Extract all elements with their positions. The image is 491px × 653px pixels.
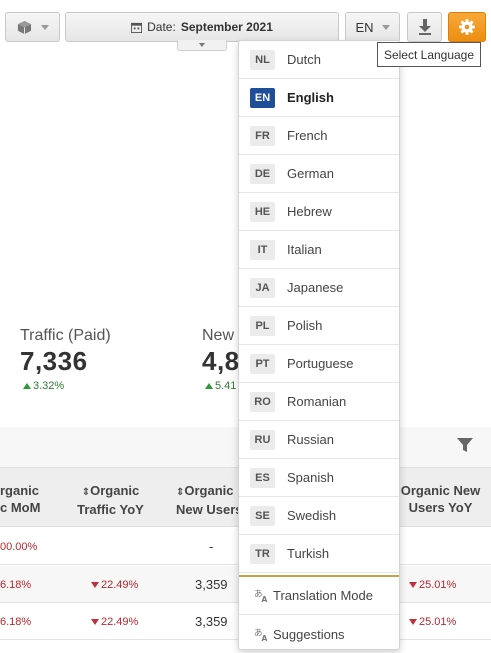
language-option-russian[interactable]: RU Russian bbox=[239, 421, 399, 459]
up-arrow-icon bbox=[205, 383, 213, 389]
metric-label-paid-traffic: Traffic (Paid) bbox=[20, 327, 111, 344]
language-code-badge: DE bbox=[250, 163, 275, 184]
cube-icon bbox=[17, 20, 31, 34]
chevron-down-icon bbox=[40, 24, 49, 30]
metric-change-new: 5.41 bbox=[205, 380, 236, 392]
language-option-spanish[interactable]: ES Spanish bbox=[239, 459, 399, 497]
translation-mode-item[interactable]: あ A Translation Mode bbox=[239, 577, 399, 615]
language-code: EN bbox=[355, 19, 374, 35]
table-cell: 6.18% bbox=[0, 615, 32, 628]
calendar-icon bbox=[131, 22, 143, 33]
metric-change-value: 5.41 bbox=[215, 380, 237, 392]
language-name: French bbox=[287, 128, 328, 143]
suggestions-item[interactable]: あ A Suggestions bbox=[239, 615, 399, 653]
table-cell: 22.49% bbox=[91, 603, 138, 640]
filter-icon[interactable] bbox=[456, 436, 474, 454]
language-code-badge: ES bbox=[250, 467, 275, 488]
language-option-romanian[interactable]: RO Romanian bbox=[239, 383, 399, 421]
language-option-french[interactable]: FR French bbox=[239, 117, 399, 155]
language-name: Dutch bbox=[287, 52, 321, 67]
table-cell: 3,359 bbox=[195, 577, 228, 592]
table-cell: 25.01% bbox=[409, 603, 456, 640]
language-code-badge: EN bbox=[250, 87, 275, 108]
language-name: Polish bbox=[287, 318, 323, 333]
language-option-turkish[interactable]: TR Turkish bbox=[239, 535, 399, 573]
collapse-handle[interactable] bbox=[177, 40, 227, 51]
up-arrow-icon bbox=[23, 383, 31, 389]
column-header-organic-mom[interactable]: rganic c MoM bbox=[0, 482, 45, 516]
language-code-badge: HE bbox=[250, 201, 275, 222]
language-option-italian[interactable]: IT Italian bbox=[239, 231, 399, 269]
language-code-badge: PL bbox=[250, 315, 275, 336]
language-code-badge: JA bbox=[250, 277, 275, 298]
language-option-polish[interactable]: PL Polish bbox=[239, 307, 399, 345]
table-cell: 25.01% bbox=[409, 566, 456, 603]
suggestions-label: Suggestions bbox=[273, 626, 345, 642]
metric-change-paid-traffic: 3.32% bbox=[23, 380, 64, 392]
download-icon bbox=[418, 19, 431, 35]
table-cell: 3,359 bbox=[195, 614, 228, 629]
chevron-down-icon bbox=[199, 43, 205, 47]
down-arrow-icon bbox=[409, 581, 417, 588]
metric-value-paid-traffic: 7,336 bbox=[20, 346, 88, 376]
table-cell: 22.49% bbox=[91, 566, 138, 603]
language-code-badge: RU bbox=[250, 429, 275, 450]
language-option-hebrew[interactable]: HE Hebrew bbox=[239, 193, 399, 231]
language-option-german[interactable]: DE German bbox=[239, 155, 399, 193]
language-code-badge: SE bbox=[250, 505, 275, 526]
down-arrow-icon bbox=[409, 618, 417, 625]
select-language-tooltip: Select Language bbox=[377, 42, 481, 67]
language-name: Japanese bbox=[287, 280, 344, 295]
translation-mode-label: Translation Mode bbox=[273, 588, 373, 603]
translate-icon: あ A bbox=[254, 588, 268, 603]
language-name: Hebrew bbox=[287, 204, 332, 219]
table-cell: 6.18% bbox=[0, 578, 32, 591]
date-label: Date: bbox=[147, 20, 176, 34]
language-name: Turkish bbox=[287, 546, 330, 561]
metric-change-value: 3.32% bbox=[33, 380, 65, 392]
language-name: Spanish bbox=[287, 470, 334, 485]
language-dropdown: あ A Translation Mode あ A Suggestions NL D… bbox=[238, 40, 400, 650]
language-name: English bbox=[287, 90, 334, 105]
gear-icon bbox=[459, 19, 475, 35]
language-code-badge: RO bbox=[250, 391, 275, 412]
date-value: September 2021 bbox=[180, 20, 273, 34]
language-name: Russian bbox=[287, 432, 334, 447]
table-cell: - bbox=[209, 539, 214, 554]
language-code-badge: TR bbox=[250, 543, 275, 564]
metric-value-new: 4,8 bbox=[202, 346, 240, 376]
down-arrow-icon bbox=[91, 581, 99, 588]
language-name: Portuguese bbox=[287, 356, 354, 371]
settings-button[interactable] bbox=[448, 12, 486, 42]
column-header-organic-new-users-yoy[interactable]: Organic New Users YoY bbox=[398, 482, 483, 516]
down-arrow-icon bbox=[91, 618, 99, 625]
date-picker-button[interactable]: Date: September 2021 bbox=[65, 12, 339, 42]
column-header-organic-traffic-yoy[interactable]: ⇕Organic Traffic YoY bbox=[73, 482, 148, 518]
svg-text:A: A bbox=[262, 634, 268, 642]
language-code-badge: IT bbox=[250, 239, 275, 260]
language-name: Romanian bbox=[287, 394, 347, 409]
language-option-portuguese[interactable]: PT Portuguese bbox=[239, 345, 399, 383]
dashboard-picker-button[interactable] bbox=[5, 12, 60, 42]
translate-icon: あ A bbox=[254, 627, 268, 642]
language-option-japanese[interactable]: JA Japanese bbox=[239, 269, 399, 307]
language-name: Italian bbox=[287, 242, 322, 257]
language-code-badge: NL bbox=[250, 49, 275, 70]
language-name: German bbox=[287, 166, 334, 181]
language-option-english[interactable]: EN English bbox=[239, 79, 399, 117]
language-name: Swedish bbox=[287, 508, 337, 523]
language-option-dutch[interactable]: NL Dutch bbox=[239, 41, 399, 79]
svg-text:A: A bbox=[262, 595, 268, 603]
chevron-down-icon bbox=[381, 24, 390, 30]
language-option-swedish[interactable]: SE Swedish bbox=[239, 497, 399, 535]
language-code-badge: FR bbox=[250, 125, 275, 146]
download-button[interactable] bbox=[407, 12, 442, 42]
sort-icon: ⇕ bbox=[81, 487, 91, 498]
table-cell: 00.00% bbox=[0, 540, 38, 553]
language-select-button[interactable]: EN bbox=[345, 12, 400, 42]
language-code-badge: PT bbox=[250, 353, 275, 374]
metric-label-new: New bbox=[202, 327, 235, 344]
